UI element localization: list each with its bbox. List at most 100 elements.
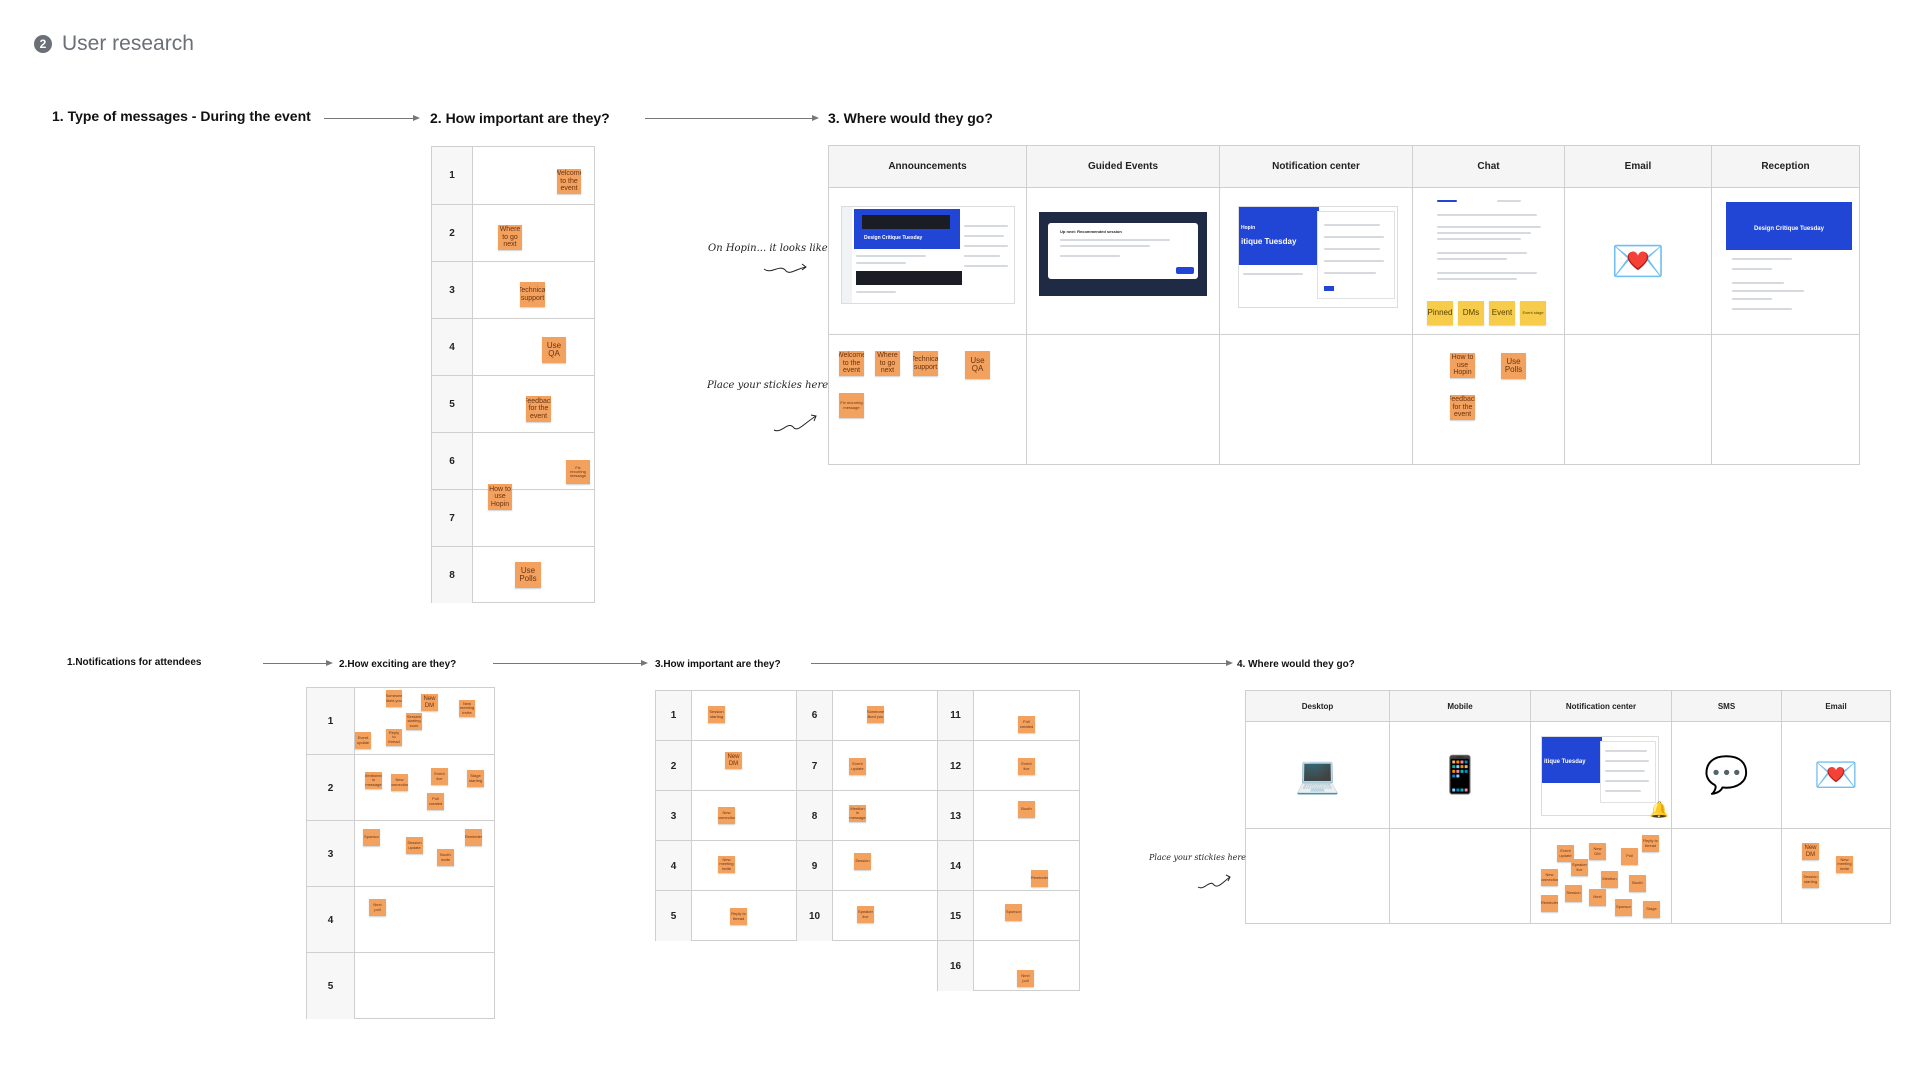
sticky-note[interactable]: Speaker live	[1571, 859, 1588, 876]
sticky-note[interactable]: Sponsor	[1615, 899, 1632, 916]
page-title: User research	[62, 32, 194, 55]
chat-example-cell: Pinned DMs Event Event stage	[1412, 187, 1565, 335]
destination-grid: Announcements Guided Events Notification…	[828, 145, 1860, 465]
sticky-note[interactable]: Next	[1589, 889, 1606, 906]
sticky-note[interactable]: Use Polls	[515, 562, 541, 588]
sticky-note[interactable]: Reply to thread	[730, 908, 747, 925]
rank-row: 3 Technical support	[432, 261, 594, 319]
sticky-note[interactable]: Reply to thread	[1642, 835, 1659, 852]
sticky-note[interactable]: New DM	[1589, 843, 1606, 860]
sticky-note[interactable]: Next poll	[1017, 970, 1034, 987]
sticky-note[interactable]: Event live	[1018, 758, 1035, 775]
sticky-note[interactable]: Use QA	[542, 337, 566, 363]
rank-number: 5	[432, 376, 473, 433]
notification-panel	[1600, 741, 1656, 803]
sticky-note[interactable]: Session	[1565, 885, 1582, 902]
sticky-note[interactable]: Poll	[1621, 848, 1638, 865]
sticky-note[interactable]: New meeting invite	[718, 856, 735, 873]
sticky-note[interactable]: Welcome to the event	[557, 169, 581, 194]
sticky-note[interactable]: Reminder	[1541, 895, 1558, 912]
squiggle-arrow-icon	[773, 414, 817, 432]
love-letter-icon: 💌	[1610, 237, 1666, 286]
sticky-note[interactable]: Fix recurring message	[839, 393, 864, 418]
sticky-note[interactable]: Where to go next	[498, 225, 522, 250]
sticky-note[interactable]: How to use Hopin	[488, 484, 512, 510]
banner-title: Design Critique Tuesday	[864, 235, 923, 241]
sticky-note[interactable]: Mention in message	[849, 805, 866, 822]
reception-sticky-cell	[1711, 334, 1860, 465]
sticky-note[interactable]: Poll created	[1018, 716, 1035, 733]
sticky-note[interactable]: Booth	[1018, 801, 1035, 818]
notification-center-example-cell: itique Tuesday 🔔	[1530, 721, 1672, 829]
tag-sticky[interactable]: Pinned	[1427, 301, 1453, 325]
sticky-note[interactable]: Reminder	[1031, 870, 1048, 887]
sticky-note[interactable]: Stage starting	[467, 770, 484, 787]
rank-number: 6	[797, 691, 833, 740]
rank-row: 6 Fix recurring message	[432, 432, 594, 490]
tag-sticky[interactable]: Event stage	[1520, 301, 1546, 325]
sticky-note[interactable]: Welcome to the event	[839, 351, 864, 376]
sticky-note[interactable]: Someone liked you	[867, 706, 884, 723]
sticky-note[interactable]: Speaker live	[857, 906, 874, 923]
rank-number: 8	[797, 791, 833, 841]
sticky-note[interactable]: Mention	[1601, 871, 1618, 888]
sticky-note[interactable]: Booth	[1629, 875, 1646, 892]
sticky-note[interactable]: Event update	[849, 758, 866, 775]
notification-center-sticky-cell: Reply to thread Event update New DM Poll…	[1530, 828, 1672, 924]
sticky-note[interactable]: Reply to thread	[386, 729, 402, 746]
section2-heading-where: 4. Where would they go?	[1237, 659, 1355, 670]
rank-row: 7 How to use Hopin	[432, 484, 594, 547]
rank-number: 4	[432, 319, 473, 376]
sticky-note[interactable]: Where to go next	[875, 351, 900, 376]
sticky-note[interactable]: Mentioned in message	[365, 772, 382, 789]
sticky-note[interactable]: Session starting	[708, 706, 725, 723]
sticky-note[interactable]: Next poll	[369, 899, 386, 916]
tag-sticky[interactable]: DMs	[1458, 301, 1484, 325]
tag-sticky[interactable]: Event	[1489, 301, 1515, 325]
banner-title: itique Tuesday	[1544, 759, 1586, 765]
rank-row: 2 Mentioned in message New connection Ev…	[307, 754, 494, 821]
chat-sticky-cell: How to use Hopin Use Polls Feedback for …	[1412, 334, 1565, 465]
modal-dialog: Up next: Recommended session	[1048, 223, 1198, 279]
rank-number: 2	[432, 205, 473, 262]
sticky-note[interactable]: Session	[854, 853, 871, 870]
sticky-note[interactable]: Stage	[1643, 901, 1660, 918]
sticky-note[interactable]: New DM	[1802, 843, 1819, 860]
sticky-note[interactable]: Technical support	[913, 351, 938, 376]
sticky-note[interactable]: New meeting invite	[1836, 856, 1853, 873]
laptop-icon: 💻	[1295, 754, 1340, 795]
sticky-note[interactable]: New connection	[391, 774, 408, 791]
rank-number: 1	[307, 688, 355, 754]
sticky-note[interactable]: Feedback for the event	[1450, 395, 1475, 420]
sticky-note[interactable]: Sponsor	[1005, 904, 1022, 921]
sticky-note[interactable]: Session starting soon	[406, 713, 422, 730]
sticky-note[interactable]: Booth invite	[437, 849, 454, 866]
sticky-note[interactable]: New connection	[718, 807, 735, 824]
sticky-note[interactable]: Event live	[431, 768, 448, 785]
sticky-note[interactable]: Session starting	[1802, 871, 1819, 888]
sticky-note[interactable]: Someone liked you	[386, 690, 402, 707]
rank-number: 12	[938, 741, 974, 791]
sticky-note[interactable]: New meeting invite	[459, 700, 475, 717]
sticky-note[interactable]: Feedback for the event	[526, 396, 551, 422]
sticky-note[interactable]: New DM	[421, 694, 438, 711]
section2-heading-exciting: 2.How exciting are they?	[339, 659, 457, 670]
event-banner: Design Critique Tuesday	[854, 209, 960, 249]
rank-row: 3 Sponsor Session update Reminder Booth …	[307, 820, 494, 887]
sticky-note[interactable]: Technical support	[520, 282, 545, 307]
sticky-note[interactable]: New connection	[1541, 869, 1558, 886]
sticky-note[interactable]: How to use Hopin	[1450, 353, 1475, 378]
rank-number: 7	[797, 741, 833, 791]
sticky-note[interactable]: Session update	[406, 837, 423, 854]
section1-heading-where: 3. Where would they go?	[828, 110, 993, 126]
email-sticky-cell	[1564, 334, 1712, 465]
sticky-note[interactable]: New DM	[725, 752, 742, 769]
sticky-note[interactable]: Sponsor	[363, 829, 380, 846]
sticky-note[interactable]: Fix recurring message	[566, 460, 590, 484]
rank-number: 5	[307, 953, 355, 1019]
sticky-note[interactable]: Use QA	[965, 351, 990, 379]
sticky-note[interactable]: Poll created	[427, 793, 444, 810]
sticky-note[interactable]: Use Polls	[1501, 353, 1526, 379]
sticky-note[interactable]: Reminder	[465, 829, 482, 846]
sticky-note[interactable]: Event update	[355, 732, 371, 749]
